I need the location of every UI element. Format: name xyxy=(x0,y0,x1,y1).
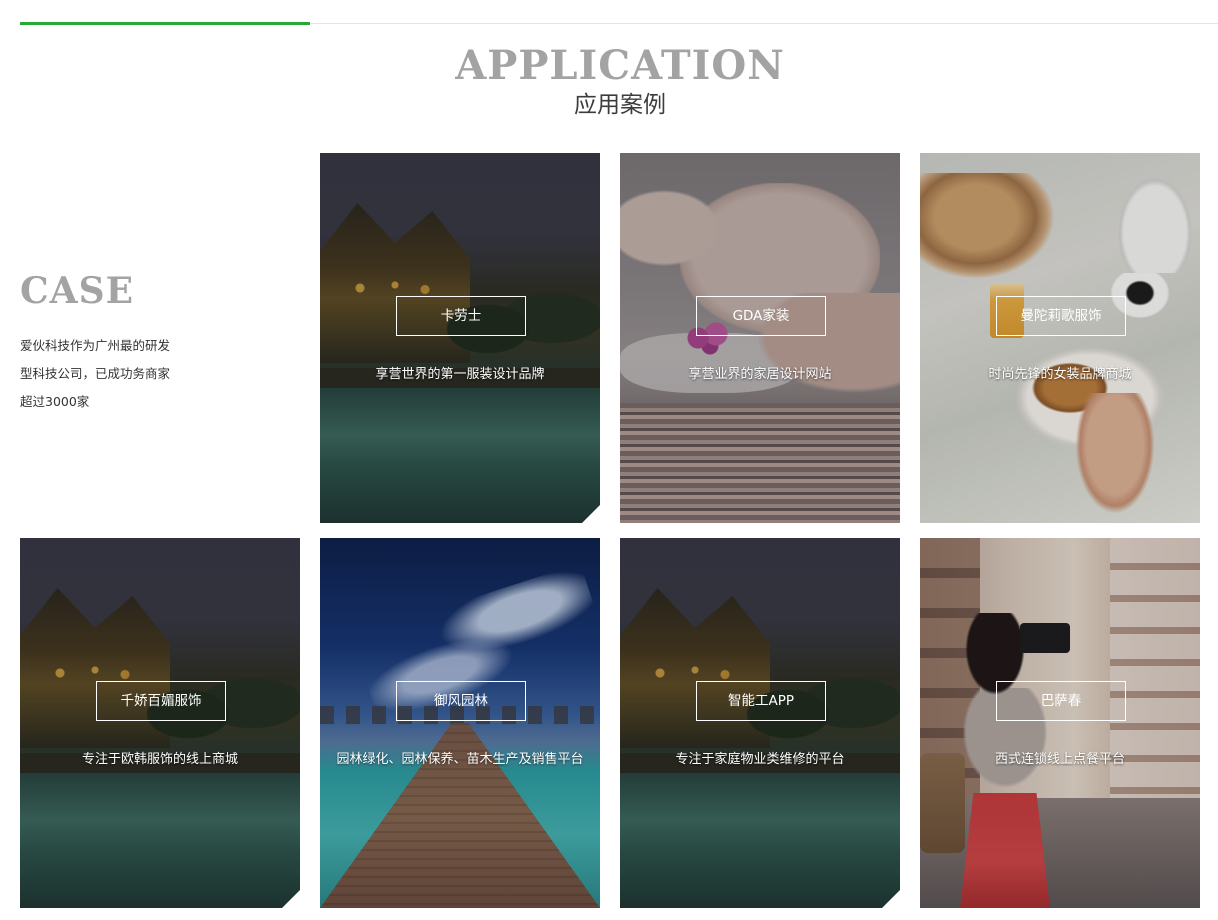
case-card-zhinenggong[interactable]: 智能工APP 专注于家庭物业类维修的平台 xyxy=(620,538,900,908)
case-subtitle: 专注于欧韩服饰的线上商城 xyxy=(81,752,238,767)
case-card-basachun[interactable]: 巴萨春 西式连锁线上点餐平台 xyxy=(920,538,1200,908)
case-card-kalaoshi[interactable]: 卡劳士 享营世界的第一服装设计品牌 xyxy=(320,153,600,523)
case-subtitle: 时尚先锋的女装品牌商城 xyxy=(988,367,1132,382)
case-name-button[interactable]: GDA家装 xyxy=(696,296,826,336)
section-divider-accent xyxy=(20,22,310,25)
section-title-cn: 应用案例 xyxy=(574,92,666,118)
case-description: 爱伙科技作为广州最的研发 型科技公司，已成功务商家 超过3000家 xyxy=(20,332,210,416)
case-name-button[interactable]: 御风园林 xyxy=(396,681,526,721)
case-subtitle: 享营世界的第一服装设计品牌 xyxy=(375,367,545,382)
case-name-button[interactable]: 千娇百媚服饰 xyxy=(96,681,226,721)
case-name-button[interactable]: 卡劳士 xyxy=(396,296,526,336)
case-intro: CASE 爱伙科技作为广州最的研发 型科技公司，已成功务商家 超过3000家 xyxy=(20,268,220,416)
section-header: APPLICATION 应用案例 xyxy=(0,42,1218,120)
case-card-yufeng[interactable]: 御风园林 园林绿化、园林保养、苗木生产及销售平台 xyxy=(320,538,600,908)
case-card-qianjiao[interactable]: 千娇百媚服饰 专注于欧韩服饰的线上商城 xyxy=(20,538,300,908)
case-heading: CASE xyxy=(20,270,135,312)
case-subtitle: 专注于家庭物业类维修的平台 xyxy=(675,752,845,767)
case-name-button[interactable]: 曼陀莉歌服饰 xyxy=(996,296,1126,336)
case-subtitle: 西式连锁线上点餐平台 xyxy=(994,752,1125,767)
section-title-en: APPLICATION xyxy=(455,42,785,89)
case-description-line: 超过3000家 xyxy=(20,394,90,409)
case-card-gda[interactable]: GDA家装 享营业界的家居设计网站 xyxy=(620,153,900,523)
case-description-line: 爱伙科技作为广州最的研发 xyxy=(20,338,171,353)
case-subtitle: 享营业界的家居设计网站 xyxy=(688,367,832,382)
case-description-line: 型科技公司，已成功务商家 xyxy=(20,366,171,381)
case-card-mantuoliege[interactable]: 曼陀莉歌服饰 时尚先锋的女装品牌商城 xyxy=(920,153,1200,523)
case-name-button[interactable]: 智能工APP xyxy=(696,681,826,721)
case-subtitle: 园林绿化、园林保养、苗木生产及销售平台 xyxy=(336,752,584,767)
case-name-button[interactable]: 巴萨春 xyxy=(996,681,1126,721)
